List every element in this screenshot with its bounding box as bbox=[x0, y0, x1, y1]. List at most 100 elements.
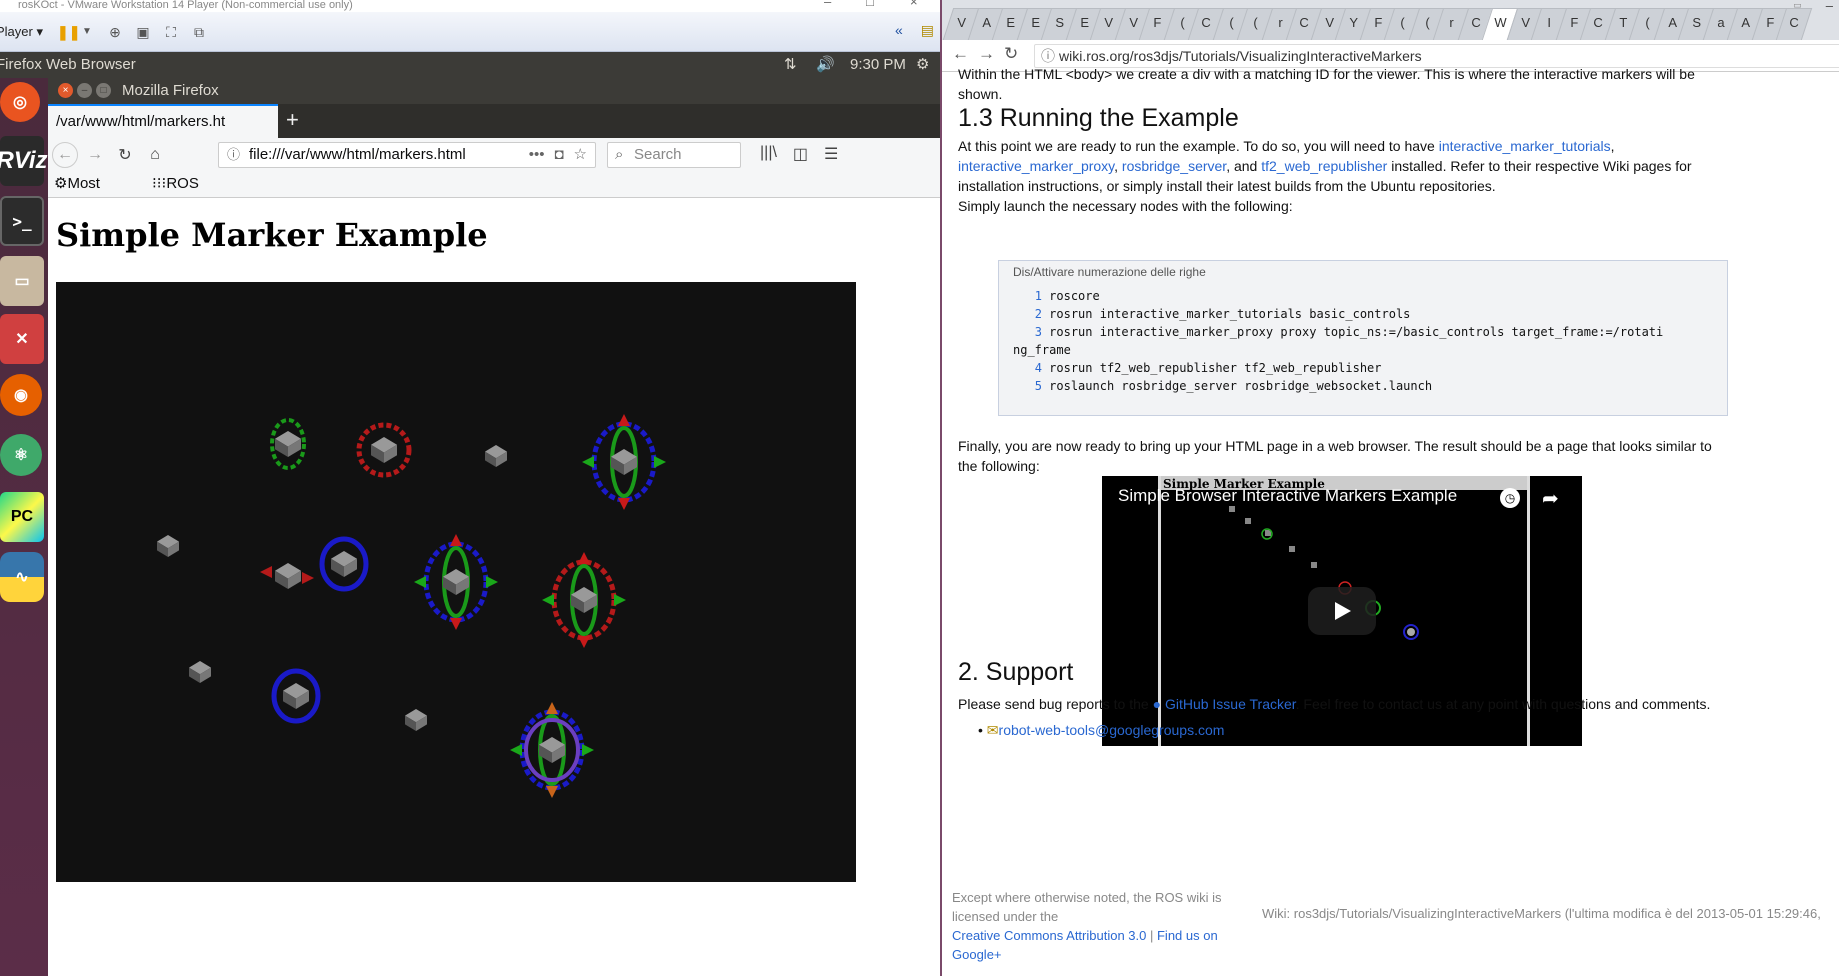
link-github-issue-tracker[interactable]: GitHub Issue Tracker bbox=[1165, 696, 1296, 712]
maximize-icon[interactable]: □ bbox=[96, 83, 111, 98]
wiki-info-footer: Wiki: ros3djs/Tutorials/VisualizingInter… bbox=[1262, 906, 1821, 921]
interactive-markers-viewer[interactable] bbox=[56, 282, 856, 882]
reload-icon[interactable]: ↻ bbox=[1004, 44, 1018, 64]
sidebar-icon[interactable]: ◫ bbox=[793, 144, 808, 164]
pycharm-icon[interactable]: PC bbox=[0, 492, 44, 542]
minimize-icon[interactable]: – bbox=[1826, 0, 1833, 13]
fullscreen-icon[interactable]: ⛶ bbox=[161, 22, 181, 42]
chrome-tab-favicon: V bbox=[1103, 15, 1113, 30]
search-icon: ⌕ bbox=[615, 146, 624, 163]
play-button[interactable] bbox=[1308, 587, 1376, 635]
ubuntu-launcher: ◎ RViz >_ ▭ ✕ ◉ ⚛ PC ∿ bbox=[0, 78, 48, 976]
chrome-profile-icon[interactable]: ▭ bbox=[1793, 0, 1802, 13]
link-email[interactable]: robot-web-tools@googlegroups.com bbox=[999, 722, 1225, 738]
firefox-window: × – □ Mozilla Firefox /var/www/html/mark… bbox=[48, 78, 940, 976]
search-input[interactable]: ⌕ Search bbox=[607, 142, 741, 168]
watch-later-icon[interactable]: ◷ bbox=[1500, 488, 1520, 508]
email-list-item: • ✉robot-web-tools@googlegroups.com bbox=[978, 722, 1225, 738]
link-interactive-marker-tutorials[interactable]: interactive_marker_tutorials bbox=[1439, 138, 1611, 154]
chrome-tab-favicon: C bbox=[1789, 15, 1800, 30]
gear-icon[interactable]: ⚙ bbox=[916, 52, 929, 78]
tab-markers[interactable]: /var/www/html/markers.ht bbox=[48, 104, 278, 138]
library-icon[interactable]: ▤ bbox=[921, 22, 934, 39]
chrome-window-controls: ▭ – bbox=[1793, 0, 1833, 13]
atom-icon[interactable]: ⚛ bbox=[0, 434, 42, 476]
close-icon[interactable]: × bbox=[910, 0, 918, 8]
ubuntu-top-panel: Firefox Web Browser ⇅ 🔊 9:30 PM ⚙ bbox=[0, 52, 940, 78]
send-ctrl-alt-del-icon[interactable]: ⊕ bbox=[105, 22, 125, 42]
code-line: 3 rosrun interactive_marker_proxy proxy … bbox=[1013, 325, 1664, 339]
chrome-tab-favicon: W bbox=[1494, 15, 1507, 30]
email-icon: ✉ bbox=[986, 722, 999, 738]
chrome-tab-favicon: V bbox=[1324, 15, 1334, 30]
collapse-icon[interactable]: « bbox=[895, 22, 903, 39]
files-icon[interactable]: ▭ bbox=[0, 256, 44, 306]
player-menu[interactable]: Player ▾ bbox=[0, 24, 43, 40]
home-icon[interactable]: ⌂ bbox=[142, 146, 168, 164]
rviz-icon[interactable]: RViz bbox=[0, 136, 48, 186]
url-bar[interactable]: ⓘ file:///var/www/html/markers.html ••• ◘… bbox=[218, 142, 596, 168]
vmware-toolbar: Player ▾ ❚❚ ▼ ⊕ ▣ ⛶ ⧉ « ▤ bbox=[0, 12, 940, 52]
forward-icon[interactable]: → bbox=[978, 44, 995, 64]
code-text: rosrun interactive_marker_proxy proxy to… bbox=[1049, 325, 1664, 339]
forward-icon[interactable]: → bbox=[82, 146, 108, 164]
code-text: rosrun tf2_web_republisher tf2_web_repub… bbox=[1049, 361, 1382, 375]
line-number: 1 bbox=[1034, 289, 1042, 303]
back-icon[interactable]: ← bbox=[52, 142, 78, 168]
link-interactive-marker-proxy[interactable]: interactive_marker_proxy bbox=[958, 158, 1114, 174]
line-numbers-toggle[interactable]: Dis/Attivare numerazione delle righe bbox=[1013, 265, 1206, 279]
link-rosbridge-server[interactable]: rosbridge_server bbox=[1122, 158, 1226, 174]
python-icon[interactable]: ∿ bbox=[0, 552, 44, 602]
network-icon[interactable]: ⇅ bbox=[784, 52, 797, 78]
pocket-icon[interactable]: ◘ bbox=[554, 143, 563, 167]
line-number: 5 bbox=[1034, 379, 1042, 393]
chrome-tab-favicon: F bbox=[1153, 15, 1162, 30]
code-line: 2 rosrun interactive_marker_tutorials ba… bbox=[1013, 307, 1411, 321]
code-text: ng_frame bbox=[1013, 343, 1071, 357]
new-tab-button[interactable]: + bbox=[286, 106, 299, 134]
library-icon[interactable]: |||\ bbox=[760, 144, 777, 164]
bookmark-most-visited[interactable]: ⚙ Most Visited bbox=[54, 172, 112, 216]
chrome-tab-favicon: F bbox=[1569, 15, 1578, 30]
chevron-down-icon[interactable]: ▼ bbox=[77, 22, 97, 42]
link-tf2-web-republisher[interactable]: tf2_web_republisher bbox=[1261, 158, 1387, 174]
maximize-icon[interactable]: □ bbox=[866, 0, 874, 8]
chrome-tab-favicon: E bbox=[1079, 15, 1089, 30]
share-icon[interactable]: ➦ bbox=[1542, 486, 1559, 511]
link-creative-commons[interactable]: Creative Commons Attribution 3.0 bbox=[952, 928, 1146, 943]
chrome-tab-favicon: ( bbox=[1253, 15, 1258, 30]
terminal-icon[interactable]: >_ bbox=[0, 196, 44, 246]
marker-cube-full-purple bbox=[510, 702, 594, 798]
marker-cube bbox=[405, 709, 427, 731]
menu-icon[interactable]: ☰ bbox=[824, 144, 838, 164]
chrome-tab-favicon: S bbox=[1691, 15, 1701, 30]
minimize-icon[interactable]: – bbox=[824, 0, 831, 8]
clock[interactable]: 9:30 PM bbox=[850, 52, 906, 78]
bookmark-ros-wiki[interactable]: ⁝⁝⁝ ROS Wiki bbox=[152, 172, 199, 216]
markers-canvas[interactable] bbox=[56, 282, 856, 882]
support-paragraph: Please send bug reports to the ● GitHub … bbox=[958, 696, 1711, 712]
reload-icon[interactable]: ↻ bbox=[112, 145, 138, 165]
removable-devices-icon[interactable]: ▣ bbox=[133, 22, 153, 42]
firefox-icon[interactable]: ◉ bbox=[0, 374, 42, 416]
chrome-tab-favicon: V bbox=[1520, 15, 1530, 30]
back-icon[interactable]: ← bbox=[952, 44, 969, 64]
settings-icon[interactable]: ✕ bbox=[0, 314, 44, 364]
close-icon[interactable]: × bbox=[58, 83, 73, 98]
info-icon[interactable]: ⓘ bbox=[227, 143, 240, 167]
ubuntu-dash-icon[interactable]: ◎ bbox=[0, 82, 40, 122]
chrome-tab-strip: V A E E S E V V F(C((r C V Y F((r C W V I F C T(A Sa A F C bbox=[942, 0, 1839, 40]
bookmark-star-icon[interactable]: ☆ bbox=[574, 143, 587, 167]
running-paragraph: At this point we are ready to run the ex… bbox=[958, 138, 1692, 194]
marker-cube-arrow-red bbox=[260, 563, 314, 589]
chrome-tab-favicon: S bbox=[1054, 15, 1064, 30]
code-text: roslaunch rosbridge_server rosbridge_web… bbox=[1049, 379, 1433, 393]
page-actions-icon[interactable]: ••• bbox=[529, 143, 545, 167]
unity-icon[interactable]: ⧉ bbox=[189, 22, 209, 42]
minimize-icon[interactable]: – bbox=[77, 83, 92, 98]
marker-cube-ring-red bbox=[356, 422, 412, 478]
volume-icon[interactable]: 🔊 bbox=[816, 52, 835, 78]
pause-icon[interactable]: ❚❚ bbox=[57, 22, 80, 42]
wiki-page: Within the HTML <body> we create a div w… bbox=[942, 66, 1839, 976]
video-title[interactable]: Simple Browser Interactive Markers Examp… bbox=[1118, 486, 1498, 506]
